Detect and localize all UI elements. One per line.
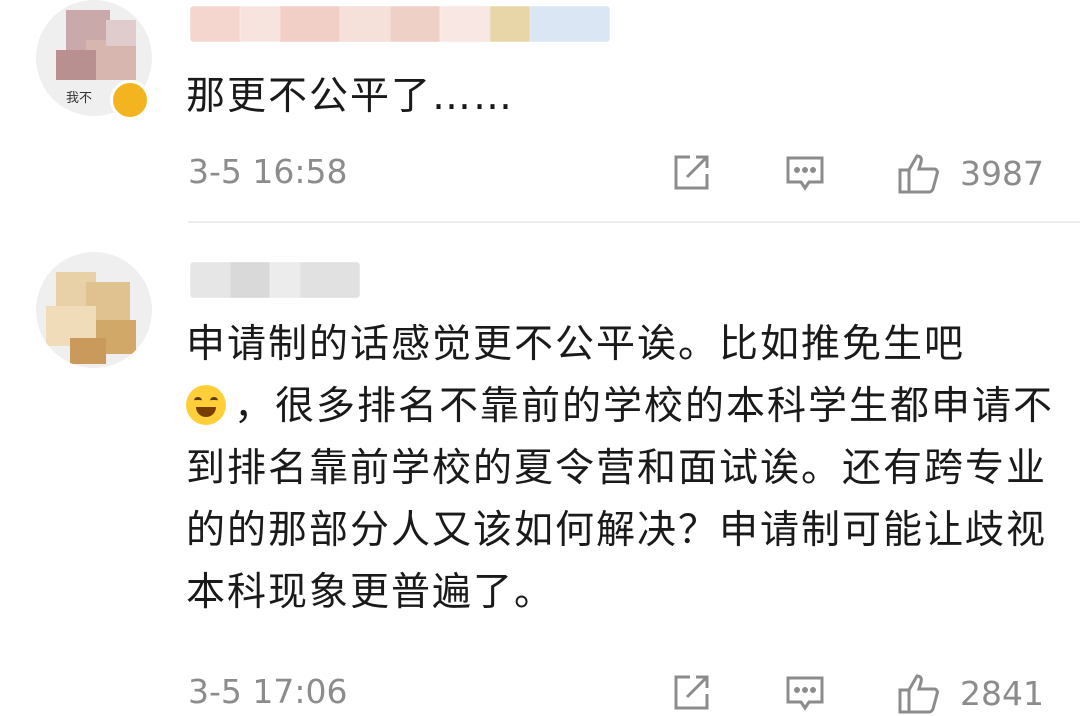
thumbs-up-icon[interactable] [896, 670, 942, 716]
username-blurred[interactable] [190, 262, 360, 298]
comment-2: 申请制的话感觉更不公平诶。比如推免生吧 ，很多排名不靠前的学校的本科学生都申请不到… [0, 222, 1080, 716]
comment-text-part-1: 申请制的话感觉更不公平诶。比如推免生吧 [186, 322, 966, 367]
avatar-text: 我不 [66, 91, 93, 106]
comment-text: 那更不公平了…… [186, 74, 515, 119]
verified-badge-icon [110, 80, 150, 120]
comment-1: 我不 那更不公平了…… 3-5 16:58 3987 [0, 0, 1080, 222]
avatar[interactable] [36, 252, 152, 368]
comment-icon[interactable] [782, 670, 828, 716]
like-count: 3987 [960, 153, 1044, 193]
comment-text: 申请制的话感觉更不公平诶。比如推免生吧 ，很多排名不靠前的学校的本科学生都申请不到… [186, 314, 1056, 624]
comment-time: 3-5 17:06 [188, 672, 348, 711]
laugh-cry-emoji-icon [186, 385, 226, 425]
share-icon[interactable] [668, 670, 714, 716]
like-count: 2841 [960, 673, 1044, 713]
comment-icon[interactable] [782, 150, 828, 196]
comment-time: 3-5 16:58 [188, 152, 348, 191]
username-blurred[interactable] [190, 6, 610, 42]
share-icon[interactable] [668, 150, 714, 196]
comment-actions: 2841 [668, 670, 1044, 716]
comment-actions: 3987 [668, 150, 1044, 196]
comment-text-part-2: ，很多排名不靠前的学校的本科学生都申请不到排名靠前学校的夏令营和面试诶。还有跨专… [186, 384, 1055, 615]
thumbs-up-icon[interactable] [896, 150, 942, 196]
